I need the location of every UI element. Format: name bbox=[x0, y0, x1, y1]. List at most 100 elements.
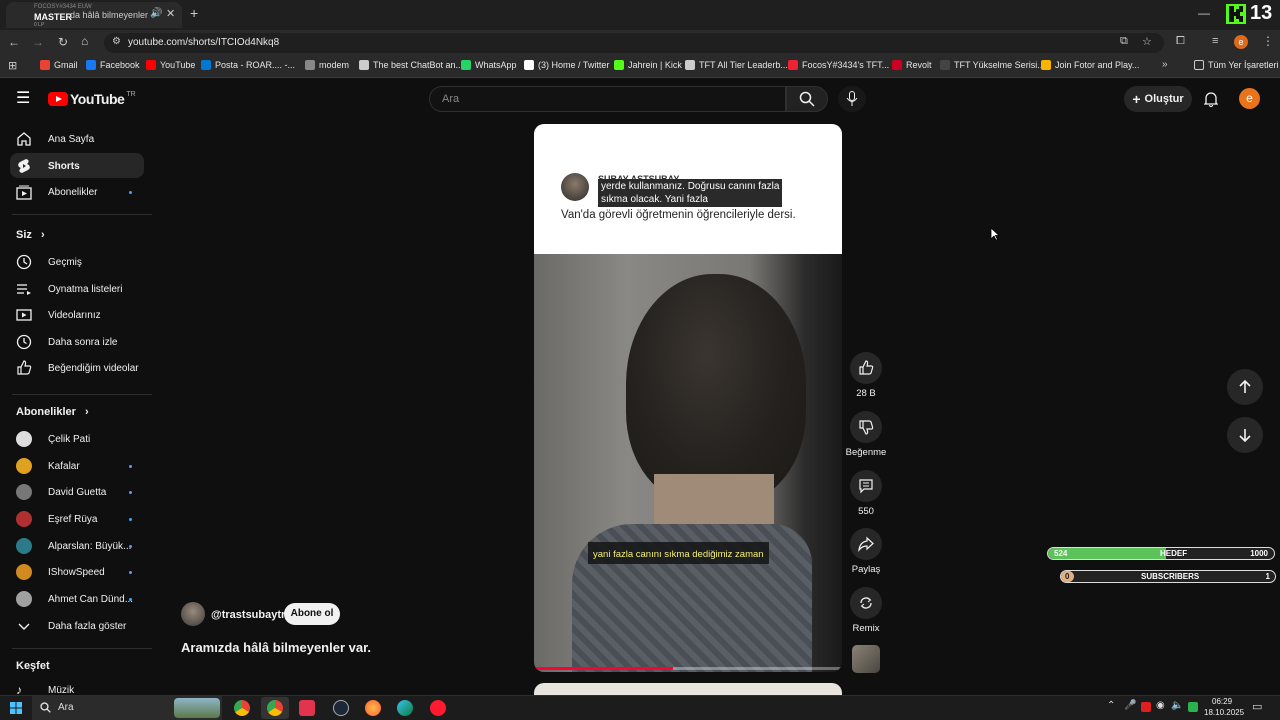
minimize-icon[interactable]: — bbox=[1198, 6, 1210, 20]
channel-handle[interactable]: @trastsubaytr bbox=[211, 609, 285, 621]
bookmark-item[interactable]: Posta - ROAR.... -... bbox=[201, 60, 295, 70]
bookmark-item[interactable]: Jahrein | Kick bbox=[614, 60, 682, 70]
bookmark-item[interactable]: The best ChatBot an... bbox=[359, 60, 463, 70]
tab-close-icon[interactable]: ✕ bbox=[166, 7, 175, 20]
bookmark-item[interactable]: modem bbox=[305, 60, 349, 70]
search-icon bbox=[40, 702, 51, 713]
sidebar-item-home[interactable]: Ana Sayfa bbox=[16, 131, 146, 147]
forward-icon[interactable]: → bbox=[32, 35, 44, 49]
bookmark-item[interactable]: Gmail bbox=[40, 60, 78, 70]
tray-clock-date[interactable]: 18.10.2025 bbox=[1204, 708, 1244, 717]
bookmark-item[interactable]: (3) Home / Twitter bbox=[524, 60, 609, 70]
bookmark-item[interactable]: YouTube bbox=[146, 60, 195, 70]
install-icon[interactable]: ⧉ bbox=[1120, 35, 1128, 48]
bookmark-item[interactable]: WhatsApp bbox=[461, 60, 517, 70]
sidebar-subscription-item[interactable]: IShowSpeed bbox=[16, 564, 146, 580]
remix-button[interactable] bbox=[850, 587, 882, 619]
opera-icon[interactable] bbox=[430, 700, 446, 716]
sidebar-subscription-item[interactable]: Ahmet Can Dünd... bbox=[16, 591, 146, 607]
bookmark-item[interactable]: FocosY#3434's TFT... bbox=[788, 60, 889, 70]
hamburger-menu-icon[interactable]: ☰ bbox=[16, 88, 30, 108]
plus-icon: + bbox=[1132, 91, 1141, 107]
media-icon[interactable]: ≡ bbox=[1212, 35, 1218, 47]
sidebar-item-watch-later[interactable]: Daha sonra izle bbox=[16, 334, 146, 350]
youtube-logo[interactable]: YouTube TR bbox=[48, 91, 136, 107]
apps-grid-icon[interactable]: ⊞ bbox=[8, 59, 17, 72]
profile-avatar[interactable]: e bbox=[1234, 35, 1248, 49]
sidebar-item-shorts[interactable]: Shorts bbox=[16, 158, 146, 174]
new-tab-icon[interactable]: + bbox=[190, 5, 198, 21]
search-input[interactable]: Ara bbox=[429, 86, 786, 112]
notifications-icon[interactable]: ▭ bbox=[1252, 700, 1262, 713]
sidebar-item-history[interactable]: Geçmiş bbox=[16, 254, 146, 270]
next-short-button[interactable] bbox=[1227, 417, 1263, 453]
steam-icon[interactable] bbox=[333, 700, 349, 716]
extensions-icon[interactable]: ⧠ bbox=[1176, 35, 1185, 48]
site-info-icon[interactable]: ⚙ bbox=[112, 36, 121, 47]
subscriptions-section-header[interactable]: Abonelikler › bbox=[16, 406, 89, 418]
browser-tab[interactable]: FOCOSY#3434 EUW MASTER 0 LP da hâlâ bilm… bbox=[6, 2, 182, 28]
next-short-preview[interactable] bbox=[534, 683, 842, 695]
bookmark-star-icon[interactable]: ☆ bbox=[1142, 35, 1152, 48]
bookmark-item[interactable]: TFT All Tier Leaderb... bbox=[685, 60, 788, 70]
dislike-button[interactable] bbox=[850, 411, 882, 443]
comments-button[interactable] bbox=[850, 470, 882, 502]
sidebar-subscription-item[interactable]: Eşref Rüya bbox=[16, 511, 146, 527]
sound-thumbnail[interactable] bbox=[852, 645, 880, 673]
chevron-down-icon bbox=[18, 623, 30, 630]
all-bookmarks-folder[interactable]: Tüm Yer İşaretleri bbox=[1194, 60, 1279, 70]
bookmarks-overflow-icon[interactable]: » bbox=[1162, 59, 1168, 70]
sidebar-subscription-item[interactable]: Çelik Pati bbox=[16, 431, 146, 447]
firefox-icon[interactable] bbox=[365, 700, 381, 716]
show-more-button[interactable]: Daha fazla göster bbox=[16, 618, 146, 634]
home-icon[interactable]: ⌂ bbox=[81, 34, 88, 48]
taskbar-search[interactable]: Ara bbox=[32, 696, 222, 720]
browser-menu-icon[interactable]: ⋮ bbox=[1262, 34, 1274, 48]
volume-icon[interactable]: 🔈 bbox=[1171, 700, 1183, 711]
progress-track[interactable] bbox=[534, 667, 842, 670]
subscribe-button[interactable]: Abone ol bbox=[284, 603, 340, 625]
tray-app3-icon[interactable] bbox=[1188, 702, 1198, 712]
tab-audio-icon[interactable]: 🔊 bbox=[150, 8, 162, 19]
chrome-icon[interactable] bbox=[234, 700, 250, 716]
tray-app-icon[interactable] bbox=[1141, 702, 1151, 712]
sidebar-item-subscriptions[interactable]: Abonelikler bbox=[16, 184, 146, 200]
user-avatar[interactable]: e bbox=[1239, 88, 1260, 109]
bookmark-favicon-icon bbox=[146, 60, 156, 70]
channel-avatar[interactable] bbox=[181, 602, 205, 626]
bookmark-item[interactable]: Facebook bbox=[86, 60, 140, 70]
chrome-profile-icon[interactable] bbox=[267, 700, 283, 716]
bookmark-item[interactable]: Join Fotor and Play... bbox=[1041, 60, 1139, 70]
bookmark-item[interactable]: TFT Yükselme Serisi... bbox=[940, 60, 1045, 70]
bookmark-item[interactable]: Revolt bbox=[892, 60, 932, 70]
reload-icon[interactable]: ↻ bbox=[58, 35, 68, 49]
sidebar-item-playlists[interactable]: Oynatma listeleri bbox=[16, 281, 146, 297]
search-button[interactable] bbox=[786, 86, 828, 112]
bookmark-favicon-icon bbox=[86, 60, 96, 70]
tray-clock-time[interactable]: 06:29 bbox=[1212, 697, 1232, 706]
back-icon[interactable]: ← bbox=[8, 35, 20, 49]
short-video-player[interactable]: SUBAY ASTSUBAY yerde kullanmanız. Doğrus… bbox=[534, 124, 842, 672]
url-field[interactable]: ⚙ youtube.com/shorts/ITCIOd4Nkq8 ⧉ ☆ bbox=[104, 33, 1164, 53]
tray-app2-icon[interactable]: ◉ bbox=[1156, 700, 1165, 711]
like-button[interactable] bbox=[850, 352, 882, 384]
kick-number: 13 bbox=[1250, 2, 1273, 24]
sidebar-item-liked-videos[interactable]: Beğendiğim videolar bbox=[16, 360, 146, 376]
notifications-bell-icon[interactable] bbox=[1204, 91, 1218, 107]
sidebar-subscription-item[interactable]: Alparslan: Büyük... bbox=[16, 538, 146, 554]
sidebar-subscription-item[interactable]: David Guetta bbox=[16, 484, 146, 500]
tray-chevron-icon[interactable]: ⌃ bbox=[1107, 700, 1115, 711]
tray-mic-icon[interactable]: 🎤 bbox=[1124, 700, 1136, 711]
windows-start-icon[interactable] bbox=[10, 702, 22, 714]
create-button[interactable]: + Oluştur bbox=[1124, 86, 1192, 112]
you-section-header[interactable]: Siz › bbox=[16, 229, 45, 241]
share-button[interactable] bbox=[850, 528, 882, 560]
edge-icon[interactable] bbox=[397, 700, 413, 716]
sidebar-item-your-videos[interactable]: Videolarınız bbox=[16, 307, 146, 323]
sidebar-subscription-item[interactable]: Kafalar bbox=[16, 458, 146, 474]
pocket-icon[interactable] bbox=[299, 700, 315, 716]
voice-search-button[interactable] bbox=[838, 86, 866, 112]
previous-short-button[interactable] bbox=[1227, 369, 1263, 405]
new-content-dot bbox=[129, 598, 132, 601]
bookmark-favicon-icon bbox=[359, 60, 369, 70]
